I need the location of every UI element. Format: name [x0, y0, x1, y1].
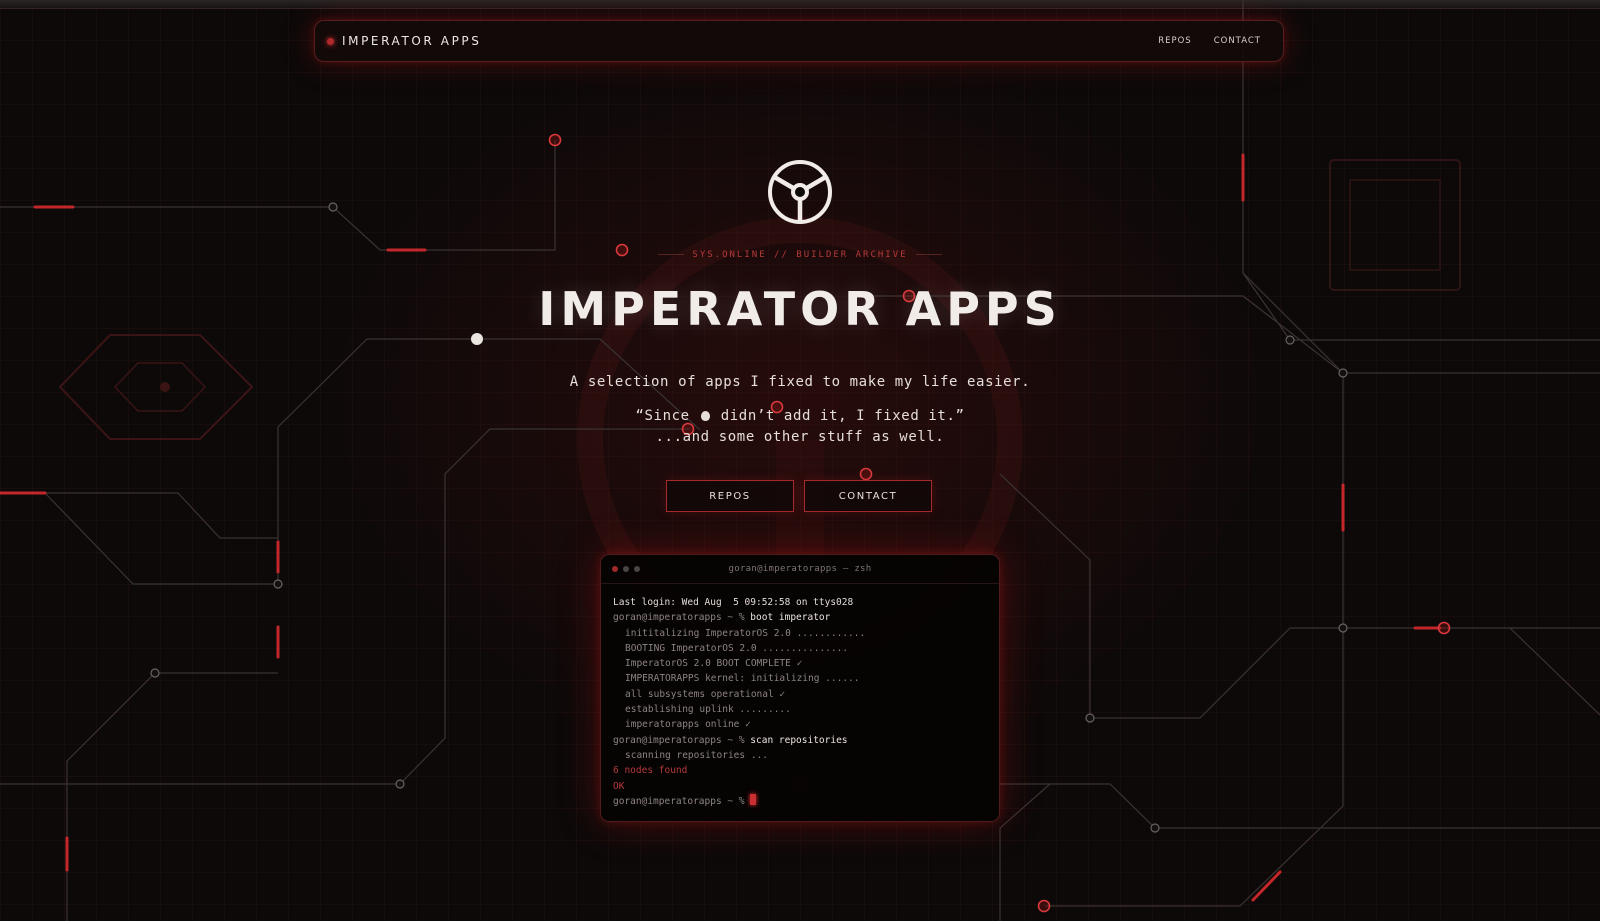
terminal-cursor [750, 793, 757, 805]
navbar: IMPERATOR APPS REPOS CONTACT [314, 20, 1284, 62]
terminal-command: boot imperator [750, 612, 831, 624]
status-dot-icon [327, 37, 334, 45]
tri-spoke-wheel-icon [768, 160, 832, 224]
contact-button[interactable]: CONTACT [804, 480, 932, 512]
repos-button[interactable]: REPOS [666, 480, 794, 512]
nav-link-contact[interactable]: CONTACT [1214, 36, 1261, 46]
terminal-result-line: 6 nodes found [613, 765, 688, 777]
terminal-output-line: establishing uplink ......... [625, 704, 791, 716]
hero-subtitle: A selection of apps I fixed to make my l… [569, 374, 1031, 390]
quote-start: “Since [635, 408, 690, 424]
terminal-output-line: IMPERATORAPPS kernel: initializing .....… [625, 673, 860, 685]
terminal-prompt: goran@imperatorapps ~ % [613, 734, 745, 746]
brand-name: IMPERATOR APPS [342, 34, 482, 48]
terminal-output-line: ImperatorOS 2.0 BOOT COMPLETE ✓ [625, 658, 803, 670]
terminal-output-line: imperatorapps online ✓ [625, 719, 751, 731]
terminal-input-line[interactable]: goran@imperatorapps ~ % [613, 793, 987, 809]
page-title: IMPERATOR APPS [538, 282, 1062, 336]
terminal-command: scan repositories [750, 734, 848, 746]
hero-buttons: REPOS CONTACT [666, 480, 932, 512]
tagline: SYS.ONLINE // BUILDER ARCHIVE [0, 250, 1600, 260]
terminal-prompt: goran@imperatorapps ~ % [613, 612, 745, 624]
terminal-command-line: goran@imperatorapps ~ % scan repositorie… [613, 733, 987, 748]
brand[interactable]: IMPERATOR APPS [327, 34, 481, 48]
terminal-titlebar: goran@imperatorapps — zsh [601, 555, 999, 584]
terminal-title: goran@imperatorapps — zsh [728, 564, 872, 574]
terminal-window: goran@imperatorapps — zsh Last login: We… [600, 554, 1000, 822]
tagline-rule-left [658, 254, 685, 255]
tagline-rule-right [915, 254, 942, 255]
terminal-output-line: all subsystems operational ✓ [625, 688, 786, 700]
quote-line2: ...and some other stuff as well. [655, 429, 945, 445]
terminal-output[interactable]: Last login: Wed Aug 5 09:52:58 on ttys02… [601, 584, 999, 809]
tagline-text: SYS.ONLINE // BUILDER ARCHIVE [692, 250, 908, 260]
terminal-prompt: goran@imperatorapps ~ % [613, 795, 745, 807]
terminal-output-line: inititalizing ImperatorOS 2.0 ..........… [625, 627, 866, 639]
terminal-status-line: OK [613, 780, 625, 792]
terminal-output-line: BOOTING ImperatorOS 2.0 ............... [625, 642, 849, 654]
terminal-login-line: Last login: Wed Aug 5 09:52:58 on ttys02… [613, 597, 854, 608]
terminal-command-line: goran@imperatorapps ~ % boot imperator [613, 610, 987, 625]
nav-link-repos[interactable]: REPOS [1158, 36, 1192, 46]
hero-quote: “Since didn’t add it, I fixed it.” ...an… [0, 406, 1600, 448]
terminal-output-line: scanning repositories ... [625, 749, 768, 761]
apple-icon [700, 411, 710, 421]
nav-links: REPOS CONTACT [1158, 36, 1261, 46]
quote-end: didn’t add it, I fixed it.” [720, 408, 965, 424]
